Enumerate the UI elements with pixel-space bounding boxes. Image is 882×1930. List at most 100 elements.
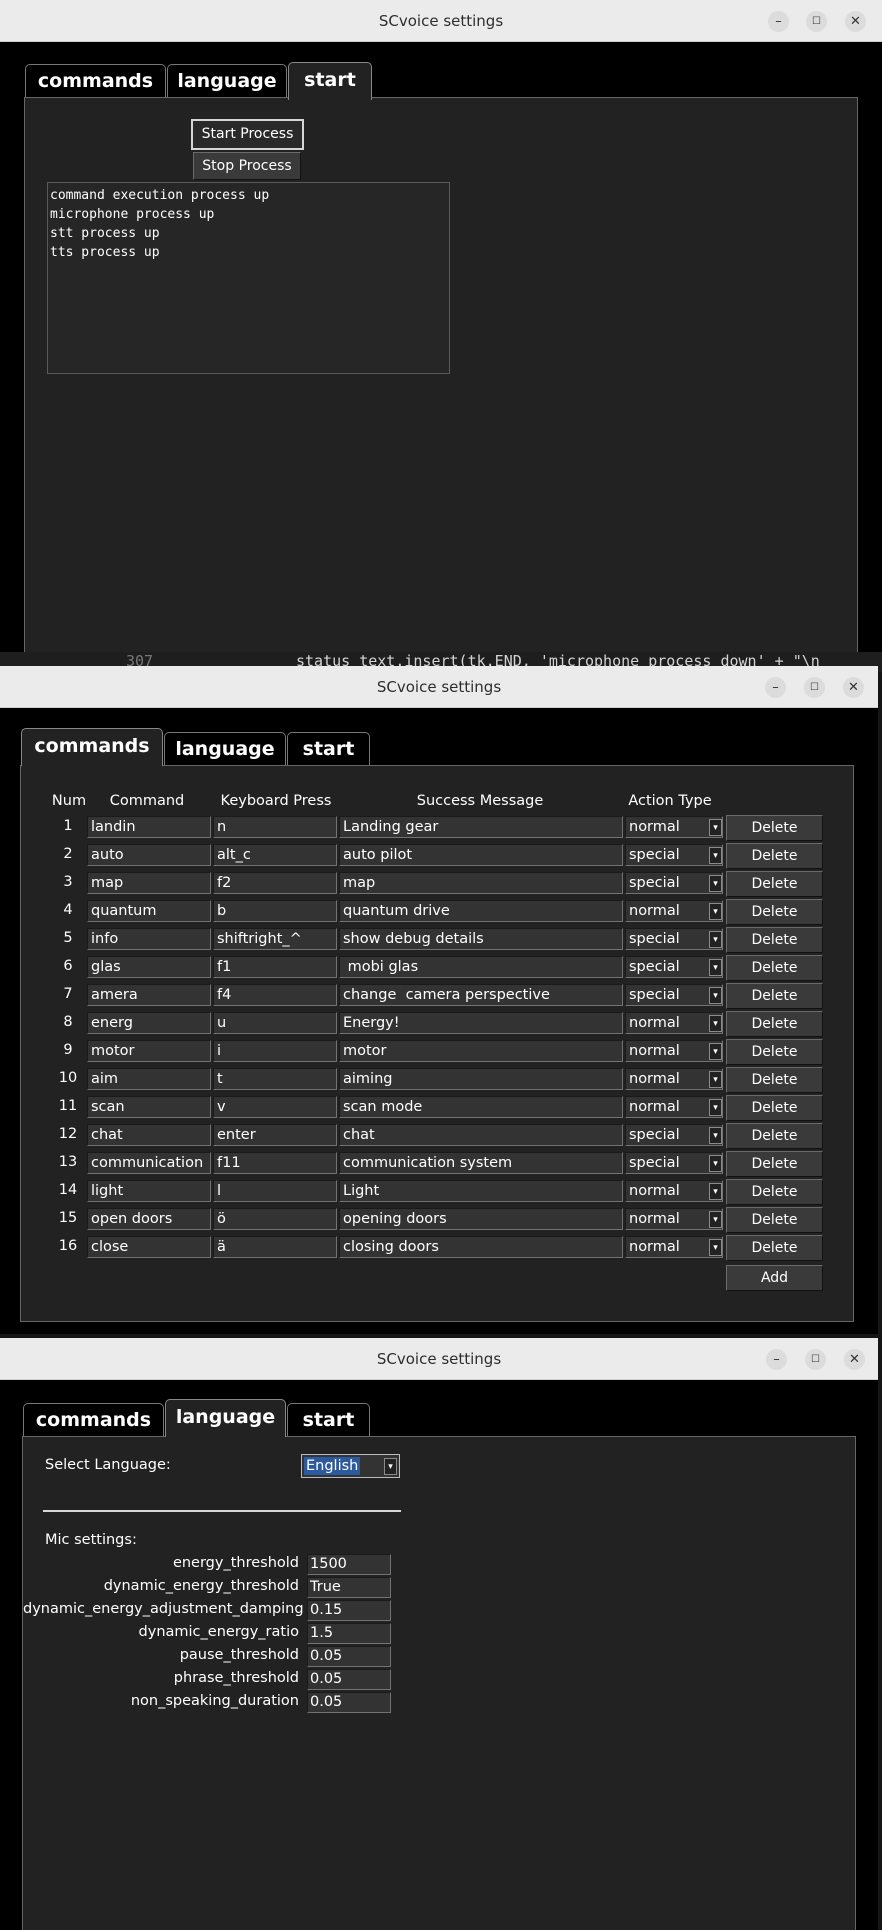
delete-button[interactable]: Delete	[726, 1067, 823, 1093]
command-input[interactable]: quantum	[87, 900, 211, 922]
tab-commands[interactable]: commands	[21, 728, 163, 766]
action-type-select[interactable]: normal ▾	[625, 1068, 723, 1090]
tab-start[interactable]: start	[287, 732, 370, 766]
setting-input[interactable]: 0.05	[307, 1646, 391, 1667]
delete-button[interactable]: Delete	[726, 955, 823, 981]
keyboard-press-input[interactable]: ä	[213, 1236, 337, 1258]
command-input[interactable]: info	[87, 928, 211, 950]
command-input[interactable]: landin	[87, 816, 211, 838]
action-type-select[interactable]: normal ▾	[625, 1236, 723, 1258]
action-type-select[interactable]: special ▾	[625, 872, 723, 894]
delete-button[interactable]: Delete	[726, 1235, 823, 1261]
delete-button[interactable]: Delete	[726, 1039, 823, 1065]
delete-button[interactable]: Delete	[726, 843, 823, 869]
keyboard-press-input[interactable]: f2	[213, 872, 337, 894]
delete-button[interactable]: Delete	[726, 1207, 823, 1233]
command-input[interactable]: light	[87, 1180, 211, 1202]
chevron-down-icon[interactable]: ▾	[709, 1211, 722, 1228]
delete-button[interactable]: Delete	[726, 1011, 823, 1037]
close-icon[interactable]: ✕	[843, 677, 864, 698]
chevron-down-icon[interactable]: ▾	[709, 875, 722, 892]
tab-language[interactable]: language	[164, 732, 286, 766]
action-type-select[interactable]: normal ▾	[625, 1180, 723, 1202]
chevron-down-icon[interactable]: ▾	[384, 1458, 397, 1475]
success-message-input[interactable]: Energy!	[339, 1012, 623, 1034]
keyboard-press-input[interactable]: u	[213, 1012, 337, 1034]
chevron-down-icon[interactable]: ▾	[709, 1043, 722, 1060]
setting-input[interactable]: True	[307, 1577, 391, 1598]
command-input[interactable]: open doors	[87, 1208, 211, 1230]
success-message-input[interactable]: quantum drive	[339, 900, 623, 922]
command-input[interactable]: auto	[87, 844, 211, 866]
delete-button[interactable]: Delete	[726, 1123, 823, 1149]
minimize-icon[interactable]: –	[766, 1349, 787, 1370]
chevron-down-icon[interactable]: ▾	[709, 1099, 722, 1116]
success-message-input[interactable]: communication system	[339, 1152, 623, 1174]
keyboard-press-input[interactable]: n	[213, 816, 337, 838]
delete-button[interactable]: Delete	[726, 1179, 823, 1205]
success-message-input[interactable]: mobi glas	[339, 956, 623, 978]
chevron-down-icon[interactable]: ▾	[709, 1239, 722, 1256]
delete-button[interactable]: Delete	[726, 1151, 823, 1177]
action-type-select[interactable]: normal ▾	[625, 1096, 723, 1118]
chevron-down-icon[interactable]: ▾	[709, 903, 722, 920]
success-message-input[interactable]: chat	[339, 1124, 623, 1146]
keyboard-press-input[interactable]: l	[213, 1180, 337, 1202]
action-type-select[interactable]: normal ▾	[625, 816, 723, 838]
close-icon[interactable]: ✕	[845, 11, 866, 32]
success-message-input[interactable]: scan mode	[339, 1096, 623, 1118]
action-type-select[interactable]: normal ▾	[625, 1040, 723, 1062]
tab-language[interactable]: language	[167, 64, 287, 98]
success-message-input[interactable]: motor	[339, 1040, 623, 1062]
maximize-icon[interactable]: ☐	[805, 1349, 826, 1370]
maximize-icon[interactable]: ☐	[804, 677, 825, 698]
keyboard-press-input[interactable]: shiftright_^	[213, 928, 337, 950]
command-input[interactable]: amera	[87, 984, 211, 1006]
action-type-select[interactable]: normal ▾	[625, 1208, 723, 1230]
command-input[interactable]: chat	[87, 1124, 211, 1146]
command-input[interactable]: energ	[87, 1012, 211, 1034]
titlebar[interactable]: SCvoice settings – ☐ ✕	[0, 666, 878, 708]
add-button[interactable]: Add	[726, 1265, 823, 1291]
command-input[interactable]: aim	[87, 1068, 211, 1090]
keyboard-press-input[interactable]: f1	[213, 956, 337, 978]
delete-button[interactable]: Delete	[726, 927, 823, 953]
chevron-down-icon[interactable]: ▾	[709, 819, 722, 836]
maximize-icon[interactable]: ☐	[806, 11, 827, 32]
chevron-down-icon[interactable]: ▾	[709, 987, 722, 1004]
keyboard-press-input[interactable]: i	[213, 1040, 337, 1062]
success-message-input[interactable]: change camera perspective	[339, 984, 623, 1006]
delete-button[interactable]: Delete	[726, 899, 823, 925]
command-input[interactable]: motor	[87, 1040, 211, 1062]
keyboard-press-input[interactable]: t	[213, 1068, 337, 1090]
status-log[interactable]: command execution process up microphone …	[47, 182, 450, 374]
chevron-down-icon[interactable]: ▾	[709, 1071, 722, 1088]
command-input[interactable]: close	[87, 1236, 211, 1258]
setting-input[interactable]: 0.05	[307, 1669, 391, 1690]
action-type-select[interactable]: special ▾	[625, 956, 723, 978]
keyboard-press-input[interactable]: v	[213, 1096, 337, 1118]
success-message-input[interactable]: opening doors	[339, 1208, 623, 1230]
keyboard-press-input[interactable]: ö	[213, 1208, 337, 1230]
tab-start[interactable]: start	[287, 1403, 370, 1437]
tab-commands[interactable]: commands	[23, 1403, 164, 1437]
command-input[interactable]: glas	[87, 956, 211, 978]
language-select[interactable]: English ▾	[301, 1454, 400, 1478]
chevron-down-icon[interactable]: ▾	[709, 931, 722, 948]
setting-input[interactable]: 1500	[307, 1554, 391, 1575]
delete-button[interactable]: Delete	[726, 871, 823, 897]
keyboard-press-input[interactable]: enter	[213, 1124, 337, 1146]
chevron-down-icon[interactable]: ▾	[709, 1015, 722, 1032]
setting-input[interactable]: 0.15	[307, 1600, 391, 1621]
success-message-input[interactable]: Landing gear	[339, 816, 623, 838]
chevron-down-icon[interactable]: ▾	[709, 959, 722, 976]
titlebar[interactable]: SCvoice settings – ☐ ✕	[0, 1338, 878, 1380]
chevron-down-icon[interactable]: ▾	[709, 1183, 722, 1200]
setting-input[interactable]: 0.05	[307, 1692, 391, 1713]
action-type-select[interactable]: special ▾	[625, 984, 723, 1006]
success-message-input[interactable]: map	[339, 872, 623, 894]
command-input[interactable]: scan	[87, 1096, 211, 1118]
success-message-input[interactable]: closing doors	[339, 1236, 623, 1258]
action-type-select[interactable]: normal ▾	[625, 900, 723, 922]
chevron-down-icon[interactable]: ▾	[709, 847, 722, 864]
